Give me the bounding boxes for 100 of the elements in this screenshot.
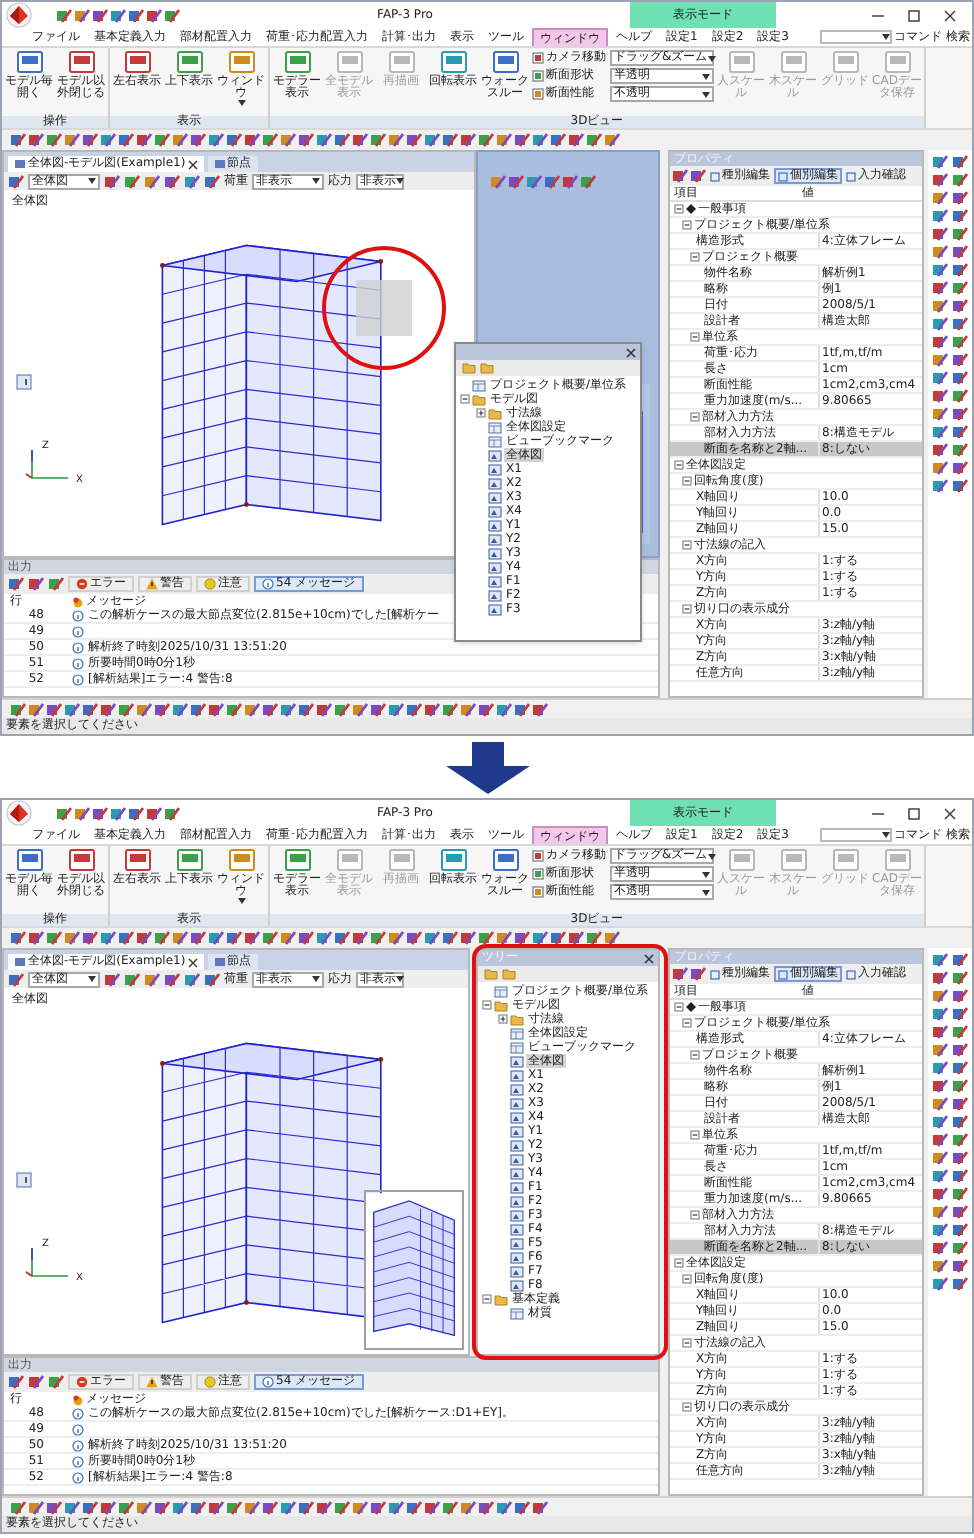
tool-icon[interactable] — [951, 424, 967, 440]
tool-icon[interactable] — [334, 132, 350, 148]
tool-icon[interactable] — [110, 7, 126, 23]
tool-icon[interactable] — [672, 168, 688, 184]
tool-icon[interactable] — [932, 1024, 948, 1040]
tool-icon[interactable] — [406, 930, 422, 946]
tool-icon[interactable] — [190, 930, 206, 946]
tool-icon[interactable] — [932, 1042, 948, 1058]
tool-icon[interactable] — [124, 971, 140, 987]
tool-icon[interactable] — [208, 132, 224, 148]
tool-icon[interactable] — [316, 1499, 332, 1515]
tool-icon[interactable] — [100, 1499, 116, 1515]
tool-icon[interactable] — [951, 1222, 967, 1238]
tool-icon[interactable] — [316, 701, 332, 717]
tool-icon[interactable] — [334, 930, 350, 946]
dock-button-icon[interactable] — [16, 374, 32, 390]
tool-icon[interactable] — [46, 132, 62, 148]
tool-icon[interactable] — [478, 1499, 494, 1515]
tool-icon[interactable] — [932, 1078, 948, 1094]
tool-icon[interactable] — [932, 460, 948, 476]
tool-icon[interactable] — [951, 1276, 967, 1292]
tool-icon[interactable] — [514, 1499, 530, 1515]
tool-icon[interactable] — [154, 1499, 170, 1515]
tool-icon[interactable] — [64, 701, 80, 717]
tool-icon[interactable] — [932, 406, 948, 422]
tool-icon[interactable] — [280, 132, 296, 148]
tool-icon[interactable] — [951, 172, 967, 188]
tool-icon[interactable] — [298, 132, 314, 148]
tool-icon[interactable] — [118, 930, 134, 946]
tool-icon[interactable] — [146, 7, 162, 23]
tool-icon[interactable] — [226, 930, 242, 946]
tool-icon[interactable] — [932, 190, 948, 206]
tool-icon[interactable] — [951, 262, 967, 278]
tool-icon[interactable] — [951, 298, 967, 314]
tool-icon[interactable] — [144, 971, 160, 987]
tool-icon[interactable] — [82, 132, 98, 148]
tool-icon[interactable] — [208, 930, 224, 946]
tool-icon[interactable] — [932, 172, 948, 188]
expand-toggle-icon[interactable] — [482, 1000, 492, 1010]
search-field[interactable] — [820, 30, 893, 44]
tool-icon[interactable] — [370, 132, 386, 148]
tool-icon[interactable] — [951, 460, 967, 476]
tool-icon[interactable] — [532, 1499, 548, 1515]
expand-toggle-icon[interactable] — [690, 332, 700, 342]
tool-icon[interactable] — [932, 1222, 948, 1238]
tool-icon[interactable] — [172, 132, 188, 148]
tool-icon[interactable] — [932, 316, 948, 332]
close-icon[interactable] — [187, 957, 198, 967]
expand-toggle-icon[interactable] — [682, 1338, 692, 1348]
tool-icon[interactable] — [951, 1168, 967, 1184]
expand-toggle-icon[interactable] — [682, 604, 692, 614]
tool-icon[interactable] — [442, 930, 458, 946]
tool-icon[interactable] — [496, 930, 512, 946]
tool-icon[interactable] — [932, 1276, 948, 1292]
tool-icon[interactable] — [951, 988, 967, 1004]
tool-icon[interactable] — [932, 262, 948, 278]
tool-icon[interactable] — [46, 1499, 62, 1515]
tool-icon[interactable] — [932, 352, 948, 368]
tool-icon[interactable] — [172, 701, 188, 717]
tool-icon[interactable] — [118, 701, 134, 717]
app-logo-icon[interactable] — [6, 2, 32, 28]
tool-icon[interactable] — [136, 701, 152, 717]
tool-icon[interactable] — [951, 226, 967, 242]
tool-icon[interactable] — [388, 701, 404, 717]
tool-icon[interactable] — [262, 1499, 278, 1515]
tool-icon[interactable] — [118, 1499, 134, 1515]
tool-icon[interactable] — [334, 1499, 350, 1515]
tool-icon[interactable] — [104, 173, 120, 189]
tool-icon[interactable] — [226, 701, 242, 717]
tool-icon[interactable] — [74, 7, 90, 23]
tool-icon[interactable] — [951, 334, 967, 350]
tool-icon[interactable] — [370, 930, 386, 946]
tool-icon[interactable] — [172, 1499, 188, 1515]
maximize-icon[interactable] — [908, 9, 920, 21]
tool-icon[interactable] — [226, 132, 242, 148]
tool-icon[interactable] — [406, 1499, 422, 1515]
tool-icon[interactable] — [514, 132, 530, 148]
tool-icon[interactable] — [262, 701, 278, 717]
tool-icon[interactable] — [932, 1204, 948, 1220]
expand-toggle-icon[interactable] — [690, 1050, 700, 1060]
tool-icon[interactable] — [56, 805, 72, 821]
tool-icon[interactable] — [932, 1096, 948, 1112]
tool-icon[interactable] — [580, 173, 596, 189]
tool-icon[interactable] — [932, 154, 948, 170]
tool-icon[interactable] — [104, 971, 120, 987]
expand-toggle-icon[interactable] — [682, 1274, 692, 1284]
tool-icon[interactable] — [544, 173, 560, 189]
tool-icon[interactable] — [424, 930, 440, 946]
expand-toggle-icon[interactable] — [674, 460, 684, 470]
tool-icon[interactable] — [932, 1132, 948, 1148]
tool-icon[interactable] — [28, 930, 44, 946]
tool-icon[interactable] — [951, 1006, 967, 1022]
tool-icon[interactable] — [932, 952, 948, 968]
expand-toggle-icon[interactable] — [682, 1402, 692, 1412]
tool-icon[interactable] — [496, 132, 512, 148]
tool-icon[interactable] — [568, 132, 584, 148]
tool-icon[interactable] — [82, 1499, 98, 1515]
tool-icon[interactable] — [28, 1499, 44, 1515]
expand-toggle-icon[interactable] — [690, 1130, 700, 1140]
tool-icon[interactable] — [932, 334, 948, 350]
